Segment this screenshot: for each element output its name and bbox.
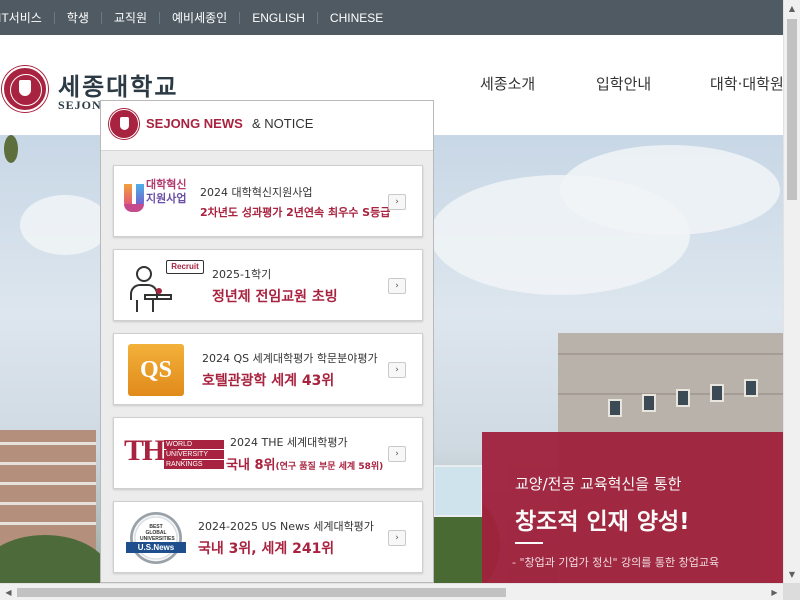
- topbar-link-it-service[interactable]: IT서비스: [0, 11, 55, 24]
- horizontal-scroll-thumb[interactable]: [17, 588, 506, 597]
- university-seal-icon[interactable]: [2, 66, 48, 112]
- vertical-scrollbar[interactable]: ▲ ▼: [783, 0, 800, 583]
- topbar-link-english[interactable]: ENGLISH: [240, 11, 318, 24]
- promo-line-1: 교양/전공 교육혁신을 통한: [515, 475, 682, 493]
- university-seal-icon: [109, 109, 139, 139]
- popup-title-brand: SEJONG NEWS: [146, 116, 243, 131]
- qs-logo-icon: QS: [122, 342, 192, 398]
- topbar-link-chinese[interactable]: CHINESE: [318, 12, 395, 24]
- promo-headline: 창조적 인재 양성!: [515, 509, 690, 535]
- chevron-right-icon[interactable]: ›: [388, 362, 406, 378]
- promo-box[interactable]: 교양/전공 교육혁신을 통한 창조적 인재 양성! - "창업과 기업가 정신"…: [482, 432, 783, 583]
- scroll-right-arrow-icon[interactable]: ▶: [766, 584, 783, 600]
- news-card-usnews[interactable]: BEST GLOBAL UNIVERSITIES U.S.News 2024-2…: [113, 501, 423, 573]
- promo-divider: [515, 542, 543, 544]
- the-rankings-logo-icon: THE WORLD UNIVERSITY RANKINGS: [122, 426, 226, 482]
- card-title: 국내 3위, 세계 241위: [198, 541, 335, 557]
- card-subtitle: 2024 THE 세계대학평가: [230, 436, 348, 449]
- chevron-right-icon[interactable]: ›: [388, 446, 406, 462]
- cloud-shape: [20, 195, 110, 255]
- logo-korean[interactable]: 세종대학교: [58, 67, 178, 102]
- promo-line-3: - "창업과 기업가 정신" 강의를 통한 창업교육: [512, 556, 720, 569]
- scroll-left-arrow-icon[interactable]: ◀: [0, 584, 17, 600]
- scroll-down-arrow-icon[interactable]: ▼: [784, 566, 800, 583]
- card-subtitle: 2024 QS 세계대학평가 학문분야평가: [202, 352, 378, 365]
- popup-header: SEJONG NEWS & NOTICE: [101, 101, 433, 151]
- card-title: 2차년도 성과평가 2년연속 최우수 S등급: [200, 206, 391, 219]
- news-notice-popup: SEJONG NEWS & NOTICE 대학혁신 지원사업 2024 대학혁신…: [100, 100, 434, 583]
- card-subtitle: 2024 대학혁신지원사업: [200, 186, 313, 199]
- topbar-link-prospective[interactable]: 예비세종인: [160, 11, 241, 24]
- topbar-link-staff[interactable]: 교직원: [102, 11, 161, 24]
- tree-branch-shape: [4, 135, 18, 163]
- chevron-right-icon[interactable]: ›: [388, 194, 406, 210]
- innovation-logo-icon: 대학혁신 지원사업: [122, 174, 192, 230]
- card-title: 호텔관광학 세계 43위: [202, 373, 335, 389]
- news-card-innovation[interactable]: 대학혁신 지원사업 2024 대학혁신지원사업 2차년도 성과평가 2년연속 최…: [113, 165, 423, 237]
- popup-title-rest: & NOTICE: [252, 116, 314, 131]
- news-card-qs[interactable]: QS 2024 QS 세계대학평가 학문분야평가 호텔관광학 세계 43위 ›: [113, 333, 423, 405]
- recruit-podium-icon: Recruit: [122, 258, 204, 314]
- vertical-scroll-thumb[interactable]: [787, 19, 797, 200]
- card-subtitle: 2024-2025 US News 세계대학평가: [198, 520, 374, 533]
- news-card-recruit[interactable]: Recruit 2025-1학기 정년제 전임교원 초빙 ›: [113, 249, 423, 321]
- glass-building: [433, 465, 483, 517]
- card-title: 정년제 전임교원 초빙: [212, 289, 338, 305]
- nav-item-admissions[interactable]: 입학안내: [596, 73, 651, 94]
- nav-item-about[interactable]: 세종소개: [480, 73, 535, 94]
- top-utility-bar: IT서비스 학생 교직원 예비세종인 ENGLISH CHINESE: [0, 0, 783, 35]
- nav-item-colleges[interactable]: 대학·대학원: [710, 73, 783, 94]
- topbar-link-student[interactable]: 학생: [55, 11, 102, 24]
- usnews-badge-icon: BEST GLOBAL UNIVERSITIES U.S.News: [122, 510, 192, 566]
- news-card-the[interactable]: THE WORLD UNIVERSITY RANKINGS 2024 THE 세…: [113, 417, 423, 489]
- card-title-note: (연구 품질 부문 세계 58위): [275, 462, 384, 472]
- card-title: 국내 8위(연구 품질 부문 세계 58위): [226, 458, 384, 473]
- chevron-right-icon[interactable]: ›: [388, 278, 406, 294]
- card-subtitle: 2025-1학기: [212, 268, 272, 281]
- chevron-right-icon[interactable]: ›: [388, 530, 406, 546]
- scrollbar-corner: [783, 583, 800, 600]
- horizontal-scrollbar[interactable]: ◀ ▶: [0, 583, 783, 600]
- scroll-up-arrow-icon[interactable]: ▲: [784, 0, 800, 17]
- cloud-shape: [560, 145, 780, 235]
